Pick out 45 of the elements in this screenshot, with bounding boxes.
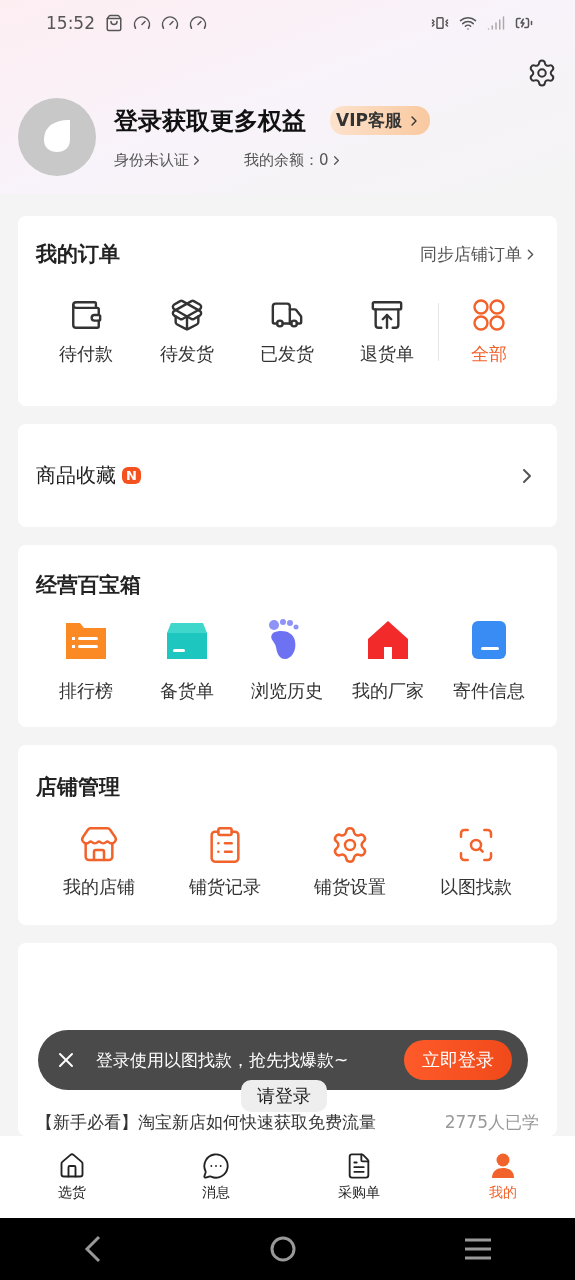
four-circles-icon: [471, 298, 506, 332]
wallet-icon: [69, 298, 104, 332]
tab[interactable]: 采购单: [287, 1136, 432, 1218]
card-title: 店铺管理: [36, 775, 120, 799]
wifi-icon: [459, 14, 477, 32]
card-title: 我的订单: [36, 241, 120, 268]
login-hint: 请登录: [241, 1080, 327, 1112]
settings-icon[interactable]: [527, 58, 557, 88]
tab[interactable]: 消息: [143, 1136, 288, 1218]
menu-icon[interactable]: [463, 1237, 492, 1261]
gauge-icon: [189, 14, 207, 32]
return-box-icon: [370, 298, 405, 332]
tool-item[interactable]: 我的厂家: [337, 613, 439, 703]
store-tool-item[interactable]: 铺货设置: [287, 825, 414, 899]
card-title: 经营百宝箱: [36, 573, 141, 597]
store-tool-item[interactable]: 以图找款: [413, 825, 539, 899]
tool-item[interactable]: 寄件信息: [438, 613, 539, 703]
toast-message: 登录使用以图找款，抢先找爆款~: [96, 1048, 350, 1072]
tool-item[interactable]: 浏览历史: [237, 613, 338, 703]
gauge-icon: [161, 14, 179, 32]
package-icon: [169, 298, 204, 332]
home-circle-icon[interactable]: [269, 1235, 298, 1263]
tool-item[interactable]: 排行榜: [36, 613, 137, 703]
status-time: 15:52: [46, 13, 95, 33]
balance-link[interactable]: 我的余额：0: [244, 150, 344, 170]
vibrate-icon: [431, 14, 449, 32]
gauge-icon: [133, 14, 151, 32]
order-status-item[interactable]: 退货单: [337, 298, 438, 366]
store-tool-item[interactable]: 铺货记录: [161, 825, 288, 899]
vip-service-button[interactable]: VIP客服: [330, 106, 430, 135]
store-tool-item[interactable]: 我的店铺: [36, 825, 162, 899]
learner-count: 2775人已学: [444, 1111, 539, 1134]
login-prompt[interactable]: 登录获取更多权益: [114, 104, 306, 137]
tab[interactable]: 选货: [0, 1136, 144, 1218]
chat-icon: [201, 1152, 230, 1180]
order-status-item[interactable]: 已发货: [236, 298, 338, 366]
order-status-item[interactable]: 待发货: [136, 298, 237, 366]
sync-orders-link[interactable]: 同步店铺订单: [420, 242, 539, 266]
order-status-item[interactable]: 待付款: [36, 298, 137, 366]
favorites-row[interactable]: 商品收藏 N: [36, 462, 539, 489]
bag-icon: [105, 14, 123, 32]
tool-item[interactable]: 备货单: [136, 613, 238, 703]
article-title[interactable]: 【新手必看】淘宝新店如何快速获取免费流量: [36, 1111, 376, 1134]
identity-link[interactable]: 身份未认证: [114, 150, 204, 170]
signal-icon: [487, 14, 505, 32]
